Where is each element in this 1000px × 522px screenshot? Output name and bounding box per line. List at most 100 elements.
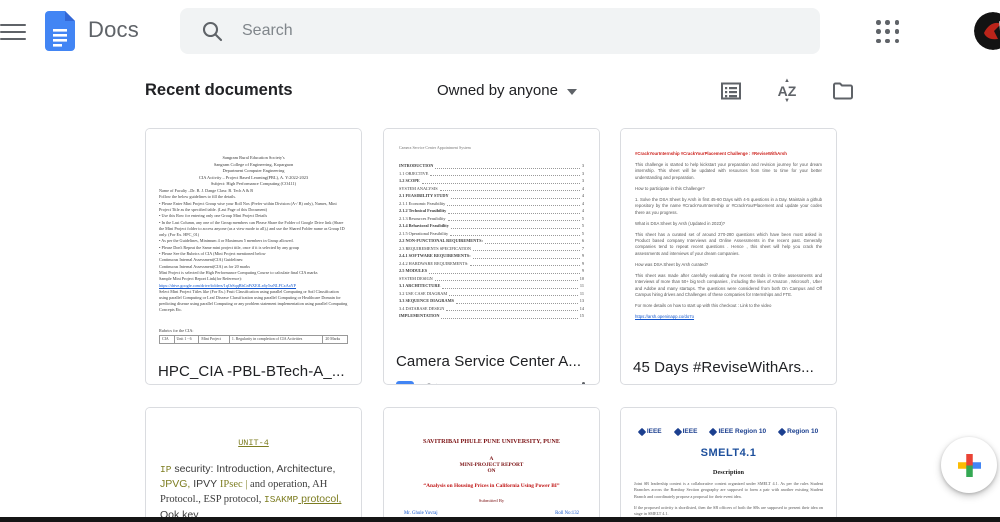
thumb-line: • In the Last Column, any one of the Gro…: [159, 219, 345, 238]
thumb-line: CIA Activity – Project Based Learning(PB…: [198, 174, 309, 180]
thumb-table-cell: Mini Project: [198, 334, 230, 344]
search-bar[interactable]: [180, 8, 820, 54]
recent-documents-toolbar: Recent documents Owned by anyone ▲ AZ ▼: [0, 62, 1000, 120]
toc-entry: 2.2 NON-FUNCTIONAL REQUIREMENTS: 6: [399, 238, 584, 244]
toc-entry: 3.3 SEQUENCE DIAGRAMS 13: [399, 298, 584, 304]
sort-az-icon[interactable]: ▲ AZ ▼: [768, 72, 806, 110]
toc-entry: 2.4.2 HARDWARE REQUIREMENTS: 9: [399, 260, 584, 267]
menu-icon[interactable]: [0, 19, 34, 43]
search-input[interactable]: [240, 21, 804, 41]
menu-bar: [0, 23, 26, 26]
thumb-line: Sangram College of Engineering, Kopargao…: [213, 161, 294, 167]
docs-home-screen: Docs Recent documents Owned by an: [0, 0, 1000, 522]
more-options-icon[interactable]: [817, 384, 824, 385]
toc-entry: 1.1 OBJECTIVE 3: [399, 170, 584, 177]
ieee-logo: Region 10: [777, 427, 818, 436]
thumb-paragraph: How was DSA Sheet by Arsh curated?: [635, 261, 709, 267]
toc-entry: 2.1.1 Economic Feasibility 4: [399, 200, 584, 207]
ieee-logo: IEEE Region 10: [709, 427, 766, 436]
document-card[interactable]: IEEE IEEE IEEE Region 10 Region 10 SMELT…: [620, 407, 837, 522]
document-card[interactable]: Sangram Rural Education Society's Sangram…: [145, 128, 362, 385]
document-card[interactable]: Camera Service Center Appointment System…: [383, 128, 600, 385]
document-thumbnail: UNIT-4 IP security: Introduction, Archit…: [146, 408, 361, 522]
thumb-line: Rubrics for the CIA:: [159, 327, 194, 333]
multicolor-plus-icon: [957, 453, 981, 477]
toc-entry: INTRODUCTION 3: [399, 163, 584, 169]
thumb-line: SAVITRIBAI PHULE PUNE UNIVERSITY, PUNE: [422, 438, 560, 445]
toc-entry: 2.1.4 Behavioral Feasibility 5: [399, 223, 584, 229]
document-date: Opened Jul 7, 2023: [451, 382, 564, 384]
thumb-line: Sangram Rural Education Society's: [222, 155, 285, 160]
app-bar: Docs: [0, 0, 1000, 63]
menu-bar: [0, 37, 26, 40]
toc-entry: 2.1.3 Resources Feasibility 5: [399, 215, 584, 222]
toc-entry: 2.4.1 SOFTWARE REQUIREMENTS: 9: [399, 253, 584, 259]
thumb-paragraph: For more details on how to start up with…: [635, 302, 772, 308]
thumb-table-cell: Unit 1 - 6: [173, 334, 200, 344]
thumb-line: ON: [487, 468, 496, 474]
window-edge: [0, 517, 1000, 522]
document-card[interactable]: SAVITRIBAI PHULE PUNE UNIVERSITY, PUNE A M…: [383, 407, 600, 522]
thumb-heading: UNIT-4: [238, 438, 269, 448]
document-title: Camera Service Center A...: [396, 353, 582, 370]
thumb-line: “Analysis on Housing Prices in Californi…: [423, 483, 560, 489]
thumb-paragraph: IP security: Introduction, Architecture,…: [160, 462, 342, 521]
menu-bar: [0, 30, 26, 33]
toc-entry: SYSTEM DESIGN 10: [399, 275, 584, 282]
toc-entry: 3.4 DATABASE DESIGN 14: [399, 305, 584, 312]
owner-filter-label: Owned by anyone: [437, 82, 558, 99]
thumb-paragraph: #CrackYourInternship #CrackYourPlacement…: [635, 151, 787, 156]
document-thumbnail: #CrackYourInternship #CrackYourPlacement…: [621, 129, 836, 352]
thumb-line: • Please Enter Mini Project Group wise y…: [159, 200, 337, 212]
owner-filter-dropdown[interactable]: Owned by anyone: [437, 82, 577, 99]
list-view-icon[interactable]: [712, 72, 750, 110]
thumb-table-cell: 1. Regularity in completion of CIA Activ…: [228, 334, 324, 344]
thumb-paragraph: This challenge is started to help kickst…: [635, 162, 822, 180]
thumb-paragraph: https://arsh.openinapp.co/do7o: [635, 314, 695, 320]
document-card[interactable]: #CrackYourInternship #CrackYourPlacement…: [620, 128, 837, 385]
document-card[interactable]: UNIT-4 IP security: Introduction, Archit…: [145, 407, 362, 522]
toc-entry: SYSTEM ANALYSIS 4: [399, 185, 584, 192]
page-title: Recent documents: [145, 81, 293, 99]
document-title: 45 Days #ReviseWithArs...: [633, 359, 814, 376]
thumb-paragraph: How to participate in this Challenge?: [635, 185, 705, 191]
thumb-paragraph: What is DSA Sheet by Arsh (Updated in 20…: [635, 220, 726, 226]
thumb-heading: Description: [712, 469, 745, 476]
thumb-line: Camera Service Center Appointment System: [399, 145, 471, 150]
document-thumbnail: SAVITRIBAI PHULE PUNE UNIVERSITY, PUNE A M…: [384, 408, 599, 522]
thumb-line: Subject: High Performance Computing (CO4…: [210, 181, 297, 187]
avatar[interactable]: [974, 12, 1000, 50]
thumb-line: Submitted By: [478, 498, 505, 503]
toc-entry: 2.3 REQUIREMENTS SPECIFICATION 7: [399, 245, 584, 252]
app-title: Docs: [88, 17, 139, 42]
thumb-line: Select Mini Project Titles like (For Ex.…: [159, 288, 348, 313]
apps-grid-icon[interactable]: [876, 20, 900, 44]
create-new-document-button[interactable]: [941, 437, 997, 493]
toc-entry: IMPLEMENTATION 15: [399, 313, 584, 319]
folder-icon[interactable]: [824, 72, 862, 110]
toc-entry: 2.5 MODULES 9: [399, 268, 584, 274]
thumb-paragraph: Joint SB leadership contest is a collabo…: [634, 481, 823, 499]
document-thumbnail: Camera Service Center Appointment System…: [384, 129, 599, 346]
toc-entry: 2.1.5 Operational Feasibility 5: [399, 230, 584, 237]
docs-logo[interactable]: [45, 11, 75, 51]
shared-people-icon: [422, 382, 442, 384]
thumb-paragraph: This sheet was made after carefully eval…: [635, 273, 822, 297]
thumb-paragraph: This sheet has a curated set of around 2…: [635, 231, 822, 256]
thumb-paragraph: If the proposed activity is shortlisted,…: [634, 504, 823, 517]
search-icon: [200, 19, 224, 43]
ieee-logo: IEEE: [637, 427, 662, 436]
document-thumbnail: Sangram Rural Education Society's Sangram…: [146, 129, 361, 356]
toc-entry: 2.1 FEASIBILITY STUDY 4: [399, 193, 584, 199]
more-options-icon[interactable]: [580, 378, 587, 384]
toc-entry: 2.1.2 Technical Feasibility 4: [399, 208, 584, 214]
chevron-down-icon: [566, 88, 577, 95]
toc-entry: 3.2 USE CASE DIAGRAM 11: [399, 290, 584, 297]
thumb-line: Department Computer Engineering: [222, 168, 285, 174]
thumb-table: CIA Unit 1 - 6 Mini Project 1. Regularity i…: [159, 334, 348, 344]
thumb-table-cell: CIA: [159, 334, 175, 344]
word-file-icon: W: [396, 380, 414, 384]
smelt-logo: SMELT4.1: [700, 447, 757, 459]
document-title: HPC_CIA -PBL-BTech-A_...: [158, 363, 345, 380]
thumb-paragraph: 1. Solve the DSA Sheet by Arsh in first …: [635, 197, 822, 215]
